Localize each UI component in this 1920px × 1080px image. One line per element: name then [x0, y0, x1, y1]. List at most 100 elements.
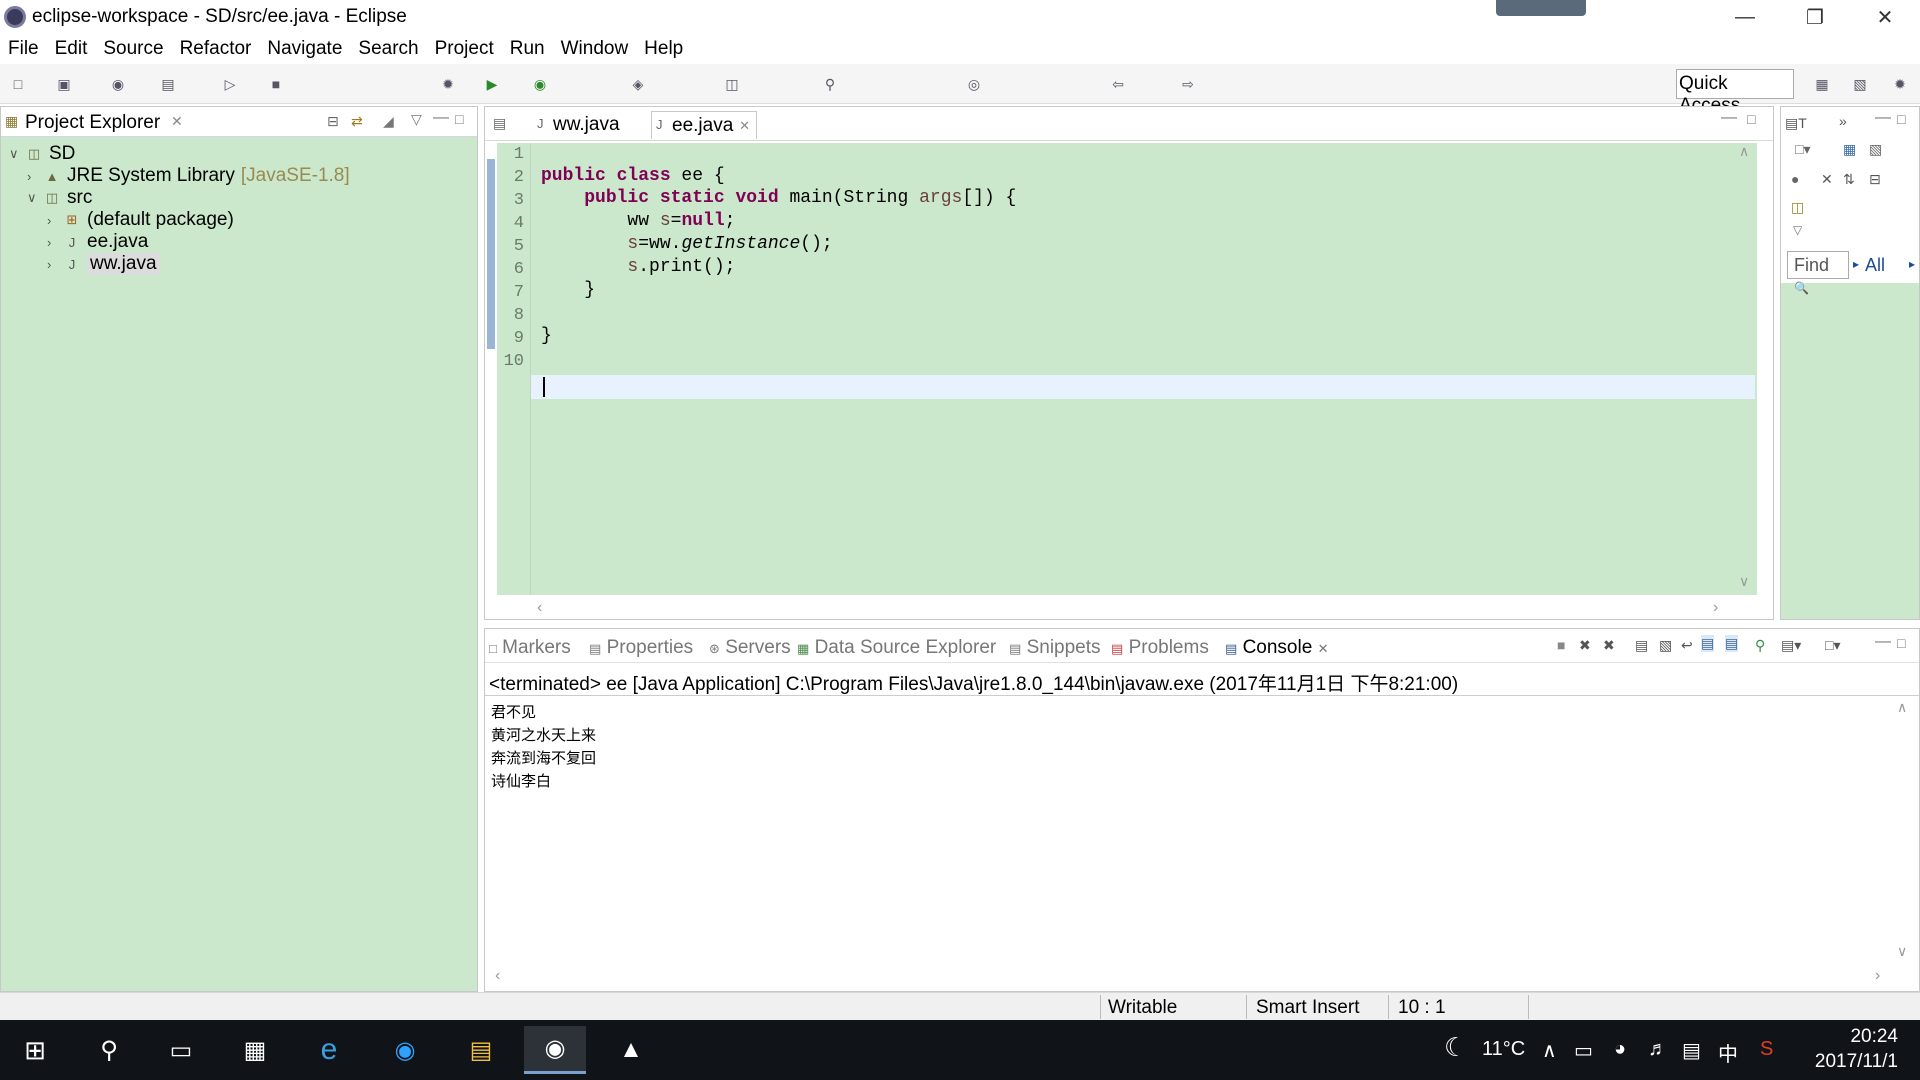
- display-console-icon[interactable]: ▤▾: [1781, 637, 1801, 654]
- action-center-icon[interactable]: ▤: [1682, 1038, 1701, 1063]
- expand-arrow-icon[interactable]: ∨: [27, 190, 43, 206]
- editor-list-icon[interactable]: ▤: [493, 115, 506, 132]
- categorize-icon[interactable]: ▦: [1843, 141, 1856, 158]
- tab-properties[interactable]: ▤ Properties: [589, 637, 693, 659]
- new-icon[interactable]: □: [10, 76, 26, 92]
- terminate-icon[interactable]: ■: [1557, 637, 1565, 653]
- edge-button[interactable]: e: [298, 1026, 360, 1074]
- project-explorer-title[interactable]: Project Explorer: [25, 112, 160, 134]
- more-views-icon[interactable]: »: [1839, 113, 1847, 129]
- tab-snippets[interactable]: ▤ Snippets: [1009, 637, 1101, 659]
- show-hidden-icons[interactable]: ∧: [1542, 1038, 1557, 1063]
- tab-markers[interactable]: □ Markers: [489, 637, 571, 659]
- new-java-project-icon[interactable]: ◈: [630, 76, 646, 92]
- menu-edit[interactable]: Edit: [47, 34, 96, 64]
- stop-icon[interactable]: ■: [268, 76, 284, 92]
- scroll-down-icon[interactable]: ∨: [1897, 943, 1907, 960]
- open-perspective-icon[interactable]: ▦: [1814, 76, 1830, 92]
- show-on-stdout-icon[interactable]: ▤: [1701, 635, 1715, 652]
- view-menu-icon[interactable]: ▽: [411, 111, 422, 128]
- scroll-right-icon[interactable]: ›: [1875, 967, 1880, 985]
- minimize-view-icon[interactable]: —: [1875, 633, 1891, 651]
- show-on-stderr-icon[interactable]: ▤: [1725, 635, 1739, 652]
- collapse-arrow-icon[interactable]: ›: [47, 235, 63, 250]
- tab-servers[interactable]: ⊛ Servers: [709, 637, 791, 659]
- close-tab-icon[interactable]: ✕: [1318, 641, 1329, 656]
- sogou-input-icon[interactable]: S: [1760, 1038, 1773, 1061]
- qq-button[interactable]: ◉: [374, 1026, 436, 1074]
- scroll-lock-icon[interactable]: ▧: [1659, 637, 1672, 654]
- task-list-icon[interactable]: ▤T: [1785, 115, 1807, 132]
- run-icon[interactable]: ▶: [484, 76, 500, 92]
- volume-icon[interactable]: ♬: [1648, 1038, 1668, 1061]
- menu-file[interactable]: File: [0, 34, 47, 64]
- quick-access-field[interactable]: Quick Access: [1676, 69, 1794, 116]
- tab-ww-java[interactable]: J ww.java: [533, 111, 628, 139]
- save-icon[interactable]: ▣: [56, 76, 72, 92]
- restore-button[interactable]: ❐: [1780, 0, 1850, 34]
- collapse-arrow-icon[interactable]: ›: [47, 257, 63, 272]
- word-wrap-icon[interactable]: ↩: [1681, 637, 1693, 654]
- start-button[interactable]: ⊞: [4, 1026, 66, 1074]
- collapse-arrow-icon[interactable]: ›: [47, 213, 63, 228]
- menu-run[interactable]: Run: [502, 34, 553, 64]
- maximize-view-icon[interactable]: □: [1897, 635, 1905, 651]
- maximize-editor-icon[interactable]: □: [1747, 111, 1755, 127]
- scroll-left-icon[interactable]: ‹: [537, 599, 542, 617]
- collapse-all-icon[interactable]: ⊟: [327, 113, 339, 130]
- menu-project[interactable]: Project: [427, 34, 502, 64]
- tab-console[interactable]: ▤ Console ✕: [1225, 637, 1328, 659]
- all-link[interactable]: All: [1865, 255, 1885, 276]
- view-menu-icon[interactable]: ▽: [1793, 223, 1802, 237]
- pin-icon[interactable]: ⚲: [822, 76, 838, 92]
- pin-console-icon[interactable]: ⚲: [1755, 637, 1765, 654]
- collapse-arrow-icon[interactable]: ›: [27, 169, 43, 184]
- remove-all-icon[interactable]: ✖: [1603, 637, 1615, 654]
- repository-icon[interactable]: ◫: [1791, 199, 1804, 216]
- minimize-view-icon[interactable]: —: [433, 109, 449, 127]
- filter-icon[interactable]: ◢: [383, 113, 394, 130]
- link-editor-icon[interactable]: ⇄: [351, 113, 363, 130]
- maximize-view-icon[interactable]: □: [455, 111, 463, 127]
- forward-icon[interactable]: ⇨: [1180, 76, 1196, 92]
- battery-icon[interactable]: ▭: [1574, 1038, 1593, 1063]
- scroll-down-icon[interactable]: ∨: [1739, 573, 1749, 590]
- menu-help[interactable]: Help: [636, 34, 691, 64]
- close-button[interactable]: ✕: [1850, 0, 1920, 34]
- remove-launch-icon[interactable]: ✖: [1579, 637, 1591, 654]
- menu-refactor[interactable]: Refactor: [172, 34, 260, 64]
- clear-console-icon[interactable]: ▤: [1635, 637, 1648, 654]
- scroll-up-icon[interactable]: ∧: [1897, 699, 1907, 716]
- minimize-view-icon[interactable]: —: [1875, 109, 1891, 127]
- new-task-icon[interactable]: □▾: [1795, 141, 1810, 158]
- console-toggle-icon[interactable]: ▤: [160, 76, 176, 92]
- task-view-button[interactable]: ▭: [150, 1026, 212, 1074]
- system-clock[interactable]: 20:24 2017/11/1: [1815, 1024, 1898, 1074]
- scroll-up-icon[interactable]: ∧: [1739, 143, 1749, 160]
- schedule-icon[interactable]: ▧: [1869, 141, 1882, 158]
- minimize-editor-icon[interactable]: —: [1721, 109, 1737, 127]
- filter-tasks-icon[interactable]: ●: [1791, 171, 1799, 187]
- debug-perspective-icon[interactable]: ✹: [1892, 76, 1908, 92]
- tab-problems[interactable]: ▤ Problems: [1111, 637, 1209, 659]
- hide-completed-icon[interactable]: ✕: [1821, 171, 1833, 188]
- minimize-button[interactable]: —: [1710, 0, 1780, 34]
- photos-button[interactable]: ▲: [600, 1026, 662, 1074]
- ime-indicator[interactable]: 中: [1718, 1038, 1738, 1067]
- maximize-view-icon[interactable]: □: [1897, 111, 1905, 127]
- expand-arrow-icon[interactable]: ∨: [9, 146, 25, 162]
- collapse-tasks-icon[interactable]: ⊟: [1869, 171, 1881, 188]
- wifi-icon[interactable]: ◕: [1614, 1038, 1626, 1061]
- globe-icon[interactable]: ◎: [966, 76, 982, 92]
- weather-temperature[interactable]: 11°C: [1482, 1038, 1525, 1061]
- menu-search[interactable]: Search: [350, 34, 426, 64]
- debug-bug-icon[interactable]: ✹: [440, 76, 456, 92]
- tab-ee-java[interactable]: J ee.java ✕: [651, 111, 757, 139]
- resume-icon[interactable]: ▷: [222, 76, 238, 92]
- close-view-icon[interactable]: ✕: [171, 113, 183, 130]
- search-button[interactable]: ⚲: [78, 1026, 140, 1074]
- coverage-icon[interactable]: ◉: [532, 76, 548, 92]
- eclipse-taskbar-button[interactable]: ◉: [524, 1026, 586, 1074]
- explorer-button[interactable]: ▤: [450, 1026, 512, 1074]
- tab-data-source-explorer[interactable]: ▦ Data Source Explorer: [797, 637, 996, 659]
